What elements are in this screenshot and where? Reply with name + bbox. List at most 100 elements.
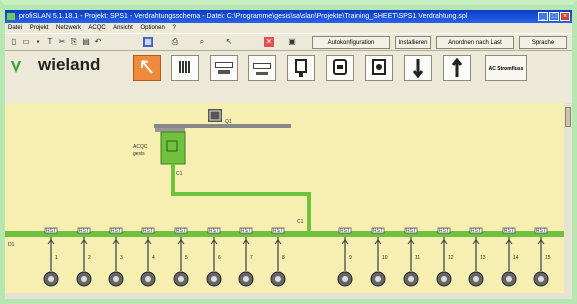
arrow-down-icon xyxy=(412,59,424,79)
tap-number-l8: 8 xyxy=(282,255,285,261)
cut-icon[interactable]: ✂ xyxy=(57,37,67,47)
motor-core-icon-r1 xyxy=(342,276,348,282)
motor-core-icon-l8 xyxy=(275,276,281,282)
paste-icon[interactable]: ▤ xyxy=(81,37,91,47)
maximize-icon[interactable]: □ xyxy=(549,12,559,21)
tap-number-r7: 15 xyxy=(545,255,551,261)
feeder-cable[interactable] xyxy=(171,164,311,234)
tap-number-l3: 3 xyxy=(120,255,123,261)
palette-arrow-up[interactable] xyxy=(443,55,471,81)
app-window: profiSLAN 5.1.18.1 - Projekt: SPS1 - Ver… xyxy=(5,10,572,299)
motor-core-icon-l3 xyxy=(113,276,119,282)
pointer-tool-icon xyxy=(141,60,153,74)
menu-ansicht[interactable]: Ansicht xyxy=(113,25,133,31)
wiring-diagram[interactable]: Q1 ACQC gesis C1 C1 D1 RST1RST2RST3RST4R… xyxy=(5,103,564,293)
tap-caption-l3: RST xyxy=(111,228,121,234)
feeder-box[interactable] xyxy=(160,131,186,165)
palette-motor-module[interactable] xyxy=(365,55,393,81)
close-icon[interactable]: × xyxy=(560,12,570,21)
menu-netzwerk[interactable]: Netzwerk xyxy=(56,25,81,31)
print-icon[interactable]: ⎙ xyxy=(170,37,180,47)
wieland-leaf-icon xyxy=(10,61,22,73)
adapter-base-icon xyxy=(218,70,230,74)
tap-number-r6: 14 xyxy=(513,255,519,261)
tap-caption-l1: RST xyxy=(46,228,56,234)
vertical-scrollbar[interactable] xyxy=(564,103,572,293)
palette-select-tool[interactable] xyxy=(133,55,161,81)
connector-base-icon xyxy=(256,72,268,75)
power-plug-icon xyxy=(295,59,307,77)
grid-icon[interactable]: ▦ xyxy=(143,37,153,47)
tap-caption-l7: RST xyxy=(241,228,251,234)
palette-arrow-down[interactable] xyxy=(404,55,432,81)
undo-icon[interactable]: ↶ xyxy=(93,37,103,47)
arrow-up-icon xyxy=(451,57,463,77)
menu-datei[interactable]: Datei xyxy=(8,25,22,31)
properties-icon[interactable]: ▣ xyxy=(287,37,297,47)
save-icon[interactable]: ▪ xyxy=(33,37,43,47)
delete-icon[interactable]: ✕ xyxy=(264,37,274,47)
tap-number-l5: 5 xyxy=(185,255,188,261)
window-title: profiSLAN 5.1.18.1 - Projekt: SPS1 - Ver… xyxy=(19,13,468,20)
title-bar: profiSLAN 5.1.18.1 - Projekt: SPS1 - Ver… xyxy=(5,10,572,23)
tap-caption-r5: RST xyxy=(471,228,481,234)
motor-core-icon-l6 xyxy=(211,276,217,282)
tap-caption-r3: RST xyxy=(406,228,416,234)
menu-bar: Datei Projekt Netzwerk ACQC Ansicht Opti… xyxy=(5,23,572,33)
tap-caption-l6: RST xyxy=(209,228,219,234)
menu-projekt[interactable]: Projekt xyxy=(30,25,49,31)
tap-number-l7: 7 xyxy=(250,255,253,261)
motor-core-icon-l2 xyxy=(81,276,87,282)
tap-caption-l8: RST xyxy=(273,228,283,234)
tap-number-l4: 4 xyxy=(152,255,155,261)
palette-distribution-box[interactable] xyxy=(171,55,199,81)
sprache-button[interactable]: Sprache xyxy=(519,36,567,49)
text-icon[interactable]: T xyxy=(45,37,55,47)
ac-stromfluss-button[interactable]: AC Stromfluss xyxy=(485,55,527,81)
wieland-logo: wieland xyxy=(8,55,124,81)
palette-t-connector[interactable] xyxy=(248,55,276,81)
feeder-caption-1: ACQC xyxy=(133,144,148,150)
menu-help[interactable]: ? xyxy=(172,25,175,31)
palette-socket[interactable] xyxy=(326,55,354,81)
tap-number-l2: 2 xyxy=(88,255,91,261)
motor-core-icon-r4 xyxy=(441,276,447,282)
tap-number-l1: 1 xyxy=(55,255,58,261)
tap-caption-l2: RST xyxy=(79,228,89,234)
autokonfiguration-button[interactable]: Autokonfiguration xyxy=(312,36,390,49)
horizontal-scrollbar[interactable] xyxy=(5,293,572,299)
tap-number-r2: 10 xyxy=(382,255,388,261)
motor-module-icon xyxy=(372,59,386,75)
tap-caption-l5: RST xyxy=(176,228,186,234)
component-palette: wieland AC Stromfluss xyxy=(5,51,572,104)
open-icon[interactable]: ▭ xyxy=(21,37,31,47)
vertical-scroll-thumb[interactable] xyxy=(565,107,571,127)
anordnen-button[interactable]: Anordnen nach Last xyxy=(436,36,514,49)
palette-power-plug[interactable] xyxy=(287,55,315,81)
copy-icon[interactable]: ⎘ xyxy=(69,37,79,47)
tap-number-r1: 9 xyxy=(349,255,352,261)
motor-core-icon-r5 xyxy=(473,276,479,282)
t-connector-icon xyxy=(253,63,271,69)
motor-core-icon-l7 xyxy=(243,276,249,282)
tap-caption-r6: RST xyxy=(504,228,514,234)
wiring-canvas[interactable]: Q1 ACQC gesis C1 C1 D1 RST 1 RST 2 RST 3 RST 4 R… xyxy=(5,103,564,293)
cable-label-1: C1 xyxy=(176,171,183,177)
installieren-button[interactable]: Installieren xyxy=(395,36,431,49)
palette-bus-adapter[interactable] xyxy=(210,55,238,81)
motor-core-icon-r7 xyxy=(538,276,544,282)
zoom-icon[interactable]: ⌕ xyxy=(197,37,207,47)
app-icon xyxy=(7,13,15,20)
pointer-icon[interactable]: ↖ xyxy=(224,37,234,47)
tap-caption-r4: RST xyxy=(439,228,449,234)
menu-optionen[interactable]: Optionen xyxy=(140,25,164,31)
tap-caption-r2: RST xyxy=(373,228,383,234)
new-icon[interactable]: ▯ xyxy=(9,37,19,47)
bus-label: D1 xyxy=(8,242,15,248)
brand-name: wieland xyxy=(38,55,101,74)
minimize-icon[interactable]: _ xyxy=(538,12,548,21)
feeder-caption-2: gesis xyxy=(133,151,145,157)
menu-acqc[interactable]: ACQC xyxy=(88,25,105,31)
motor-core-icon-l5 xyxy=(178,276,184,282)
motor-core-icon-r3 xyxy=(408,276,414,282)
